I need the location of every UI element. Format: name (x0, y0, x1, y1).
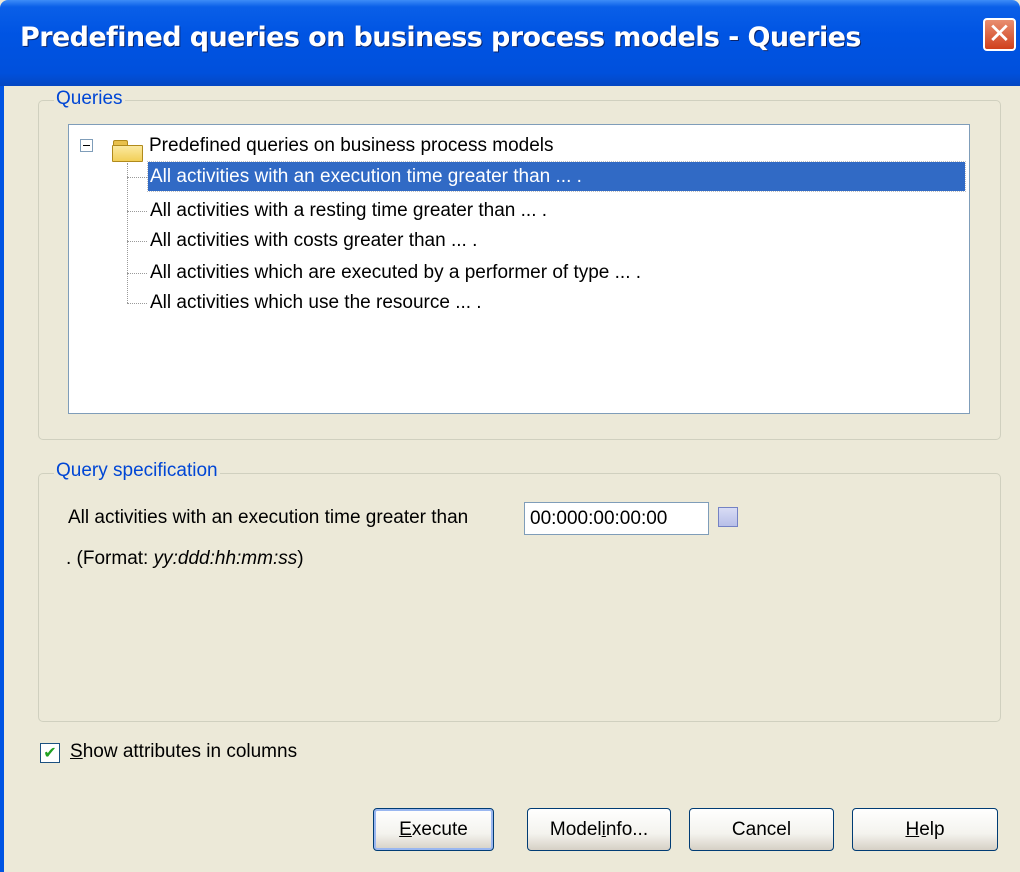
show-attributes-checkbox[interactable]: ✔ (40, 743, 60, 763)
tree-connector (127, 303, 147, 304)
tree-root-label[interactable]: Predefined queries on business process m… (149, 135, 554, 157)
tree-item-resting-time[interactable]: All activities with a resting time great… (148, 196, 549, 225)
help-mnemonic: H (905, 818, 920, 840)
model-info-post: nfo... (605, 818, 649, 840)
help-label-rest: elp (919, 818, 945, 840)
execute-button[interactable]: Execute (373, 808, 494, 851)
format-suffix: ) (297, 548, 304, 569)
tree-item-resource[interactable]: All activities which use the resource ..… (148, 288, 484, 317)
tree-item-performer-type[interactable]: All activities which are executed by a p… (148, 258, 643, 287)
show-attributes-label-rest: how attributes in columns (82, 741, 298, 762)
tree-connector (127, 211, 147, 212)
format-value: yy:ddd:hh:mm:ss (153, 548, 298, 569)
tree-connector (127, 273, 147, 274)
time-picker-button[interactable] (718, 507, 738, 527)
execute-mnemonic: E (399, 818, 412, 840)
execution-time-input[interactable] (524, 502, 709, 535)
window-title: Predefined queries on business process m… (20, 22, 861, 53)
title-bar: Predefined queries on business process m… (0, 0, 1020, 86)
queries-tree[interactable]: Predefined queries on business process m… (68, 124, 970, 414)
tree-connector (127, 177, 147, 178)
query-specification-legend: Query specification (54, 460, 220, 482)
collapse-icon[interactable] (80, 139, 93, 152)
folder-icon (112, 140, 143, 162)
tree-connector (127, 241, 147, 242)
tree-item-execution-time[interactable]: All activities with an execution time gr… (147, 161, 966, 192)
checkmark-icon: ✔ (43, 743, 57, 762)
tree-item-costs[interactable]: All activities with costs greater than .… (148, 226, 479, 255)
cancel-button[interactable]: Cancel (689, 808, 834, 851)
show-attributes-label[interactable]: Show attributes in columns (70, 741, 297, 763)
model-info-pre: Model (549, 818, 602, 840)
format-prefix: . (Format: (66, 548, 154, 569)
queries-legend: Queries (54, 88, 125, 110)
format-hint: . (Format: yy:ddd:hh:mm:ss) (66, 548, 304, 570)
window-frame-left (0, 86, 4, 872)
tree-connector (127, 163, 128, 303)
close-button[interactable]: ✕ (983, 18, 1016, 51)
help-button[interactable]: Help (852, 808, 998, 851)
query-spec-prefix: All activities with an execution time gr… (68, 507, 469, 528)
model-info-button[interactable]: Model i nfo... (527, 808, 671, 851)
show-attributes-mnemonic: S (70, 741, 83, 762)
execute-label-rest: xecute (411, 818, 468, 840)
close-icon: ✕ (987, 17, 1012, 50)
